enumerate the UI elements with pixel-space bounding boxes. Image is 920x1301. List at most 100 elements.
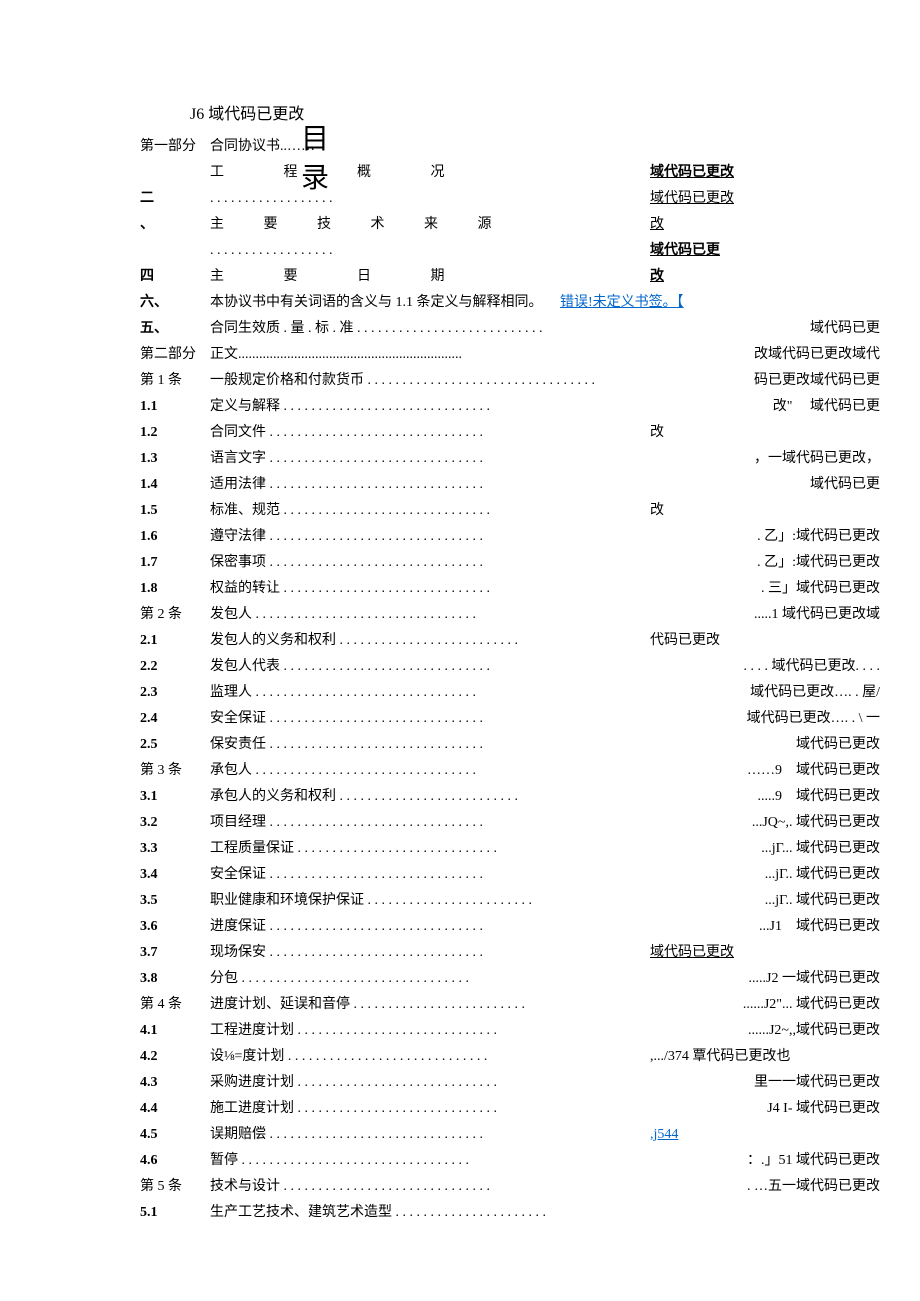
toc-number: 3.3 [140, 836, 210, 862]
toc-text: 承包人 . . . . . . . . . . . . . . . . . . … [210, 758, 630, 784]
toc-page-ref: . 三」域代码已更改 [650, 576, 880, 602]
toc-page-ref: 代码已更改 [650, 628, 880, 654]
toc-row: 第 5 条技术与设计 . . . . . . . . . . . . . . .… [140, 1174, 630, 1200]
toc-row: 、主 要 技 术 来 源 [140, 212, 630, 238]
toc-page-ref: 改域代码已更改域代 [650, 342, 880, 368]
toc-row: 2.2发包人代表 . . . . . . . . . . . . . . . .… [140, 654, 630, 680]
main-title: 目录 [300, 120, 330, 198]
toc-row: 3.8分包 . . . . . . . . . . . . . . . . . … [140, 966, 630, 992]
toc-page-ref: . 乙」:域代码已更改 [650, 524, 880, 550]
toc-row: 4.6暂停 . . . . . . . . . . . . . . . . . … [140, 1148, 630, 1174]
toc-number: 1.6 [140, 524, 210, 550]
toc-row: 第二部分正文..................................… [140, 342, 630, 368]
toc-page-ref: ...J1 域代码已更改 [650, 914, 880, 940]
toc-row: 五、合同生效质 . 量 . 标 . 准 . . . . . . . . . . … [140, 316, 630, 342]
toc-row: 4.2设⅛=度计划 . . . . . . . . . . . . . . . … [140, 1044, 630, 1070]
toc-page-ref: . …五一域代码已更改 [650, 1174, 880, 1200]
toc-page-ref: 域代码已更改…. . 屋/ [650, 680, 880, 706]
toc-text: 进度保证 . . . . . . . . . . . . . . . . . .… [210, 914, 630, 940]
toc-row: 3.1承包人的义务和权利 . . . . . . . . . . . . . .… [140, 784, 630, 810]
toc-text: 定义与解释 . . . . . . . . . . . . . . . . . … [210, 394, 630, 420]
toc-text: 发包人 . . . . . . . . . . . . . . . . . . … [210, 602, 630, 628]
toc-page-ref: 域代码已更 [650, 238, 880, 264]
toc-text: 采购进度计划 . . . . . . . . . . . . . . . . .… [210, 1070, 630, 1096]
toc-text: 技术与设计 . . . . . . . . . . . . . . . . . … [210, 1174, 630, 1200]
toc-number: 四 [140, 264, 210, 290]
toc-row: 3.2项目经理 . . . . . . . . . . . . . . . . … [140, 810, 630, 836]
toc-row: 第一部分合同协议书..…… [140, 134, 630, 160]
toc-page-ref: 域代码已更改 [650, 732, 880, 758]
toc-number: 、 [140, 212, 210, 238]
toc-text: 工程质量保证 . . . . . . . . . . . . . . . . .… [210, 836, 630, 862]
toc-row: 第 1 条一般规定价格和付款货币 . . . . . . . . . . . .… [140, 368, 630, 394]
toc-text: 安全保证 . . . . . . . . . . . . . . . . . .… [210, 706, 630, 732]
toc-number: 3.2 [140, 810, 210, 836]
toc-row: 1.1定义与解释 . . . . . . . . . . . . . . . .… [140, 394, 630, 420]
toc-row: 4.3采购进度计划 . . . . . . . . . . . . . . . … [140, 1070, 630, 1096]
toc-row: 3.4安全保证 . . . . . . . . . . . . . . . . … [140, 862, 630, 888]
toc-text: 施工进度计划 . . . . . . . . . . . . . . . . .… [210, 1096, 630, 1122]
toc-page-ref [650, 1200, 880, 1226]
toc-number: 2.5 [140, 732, 210, 758]
toc-row: 六、本协议书中有关词语的含义与 1.1 条定义与解释相同。 [140, 290, 630, 316]
toc-number: 2.1 [140, 628, 210, 654]
toc-text: 适用法律 . . . . . . . . . . . . . . . . . .… [210, 472, 630, 498]
toc-row: 二. . . . . . . . . . . . . . . . . . [140, 186, 630, 212]
toc-page-ref: 改 [650, 420, 880, 446]
toc-number: 4.6 [140, 1148, 210, 1174]
toc-left-column: 第一部分合同协议书..……工 程 概 况二. . . . . . . . . .… [140, 134, 630, 1226]
toc-text: 标准、规范 . . . . . . . . . . . . . . . . . … [210, 498, 630, 524]
toc-text: 合同文件 . . . . . . . . . . . . . . . . . .… [210, 420, 630, 446]
toc-number: 六、 [140, 290, 210, 316]
toc-number: 1.3 [140, 446, 210, 472]
toc-page-ref: 域代码已更 [650, 472, 880, 498]
toc-page-ref: ...jΓ.. 域代码已更改 [650, 888, 880, 914]
toc-page-ref: ......J2"... 域代码已更改 [650, 992, 880, 1018]
toc-text: 工程进度计划 . . . . . . . . . . . . . . . . .… [210, 1018, 630, 1044]
toc-number: 1.4 [140, 472, 210, 498]
toc-number: 3.6 [140, 914, 210, 940]
toc-page-ref: 里一一域代码已更改 [650, 1070, 880, 1096]
toc-text: 保密事项 . . . . . . . . . . . . . . . . . .… [210, 550, 630, 576]
toc-row: 第 3 条承包人 . . . . . . . . . . . . . . . .… [140, 758, 630, 784]
toc-number: 4.1 [140, 1018, 210, 1044]
toc-text: 暂停 . . . . . . . . . . . . . . . . . . .… [210, 1148, 630, 1174]
toc-page-ref: 改 [650, 498, 880, 524]
toc-row: 4.4施工进度计划 . . . . . . . . . . . . . . . … [140, 1096, 630, 1122]
toc-number: 2.4 [140, 706, 210, 732]
toc-row: 5.1生产工艺技术、建筑艺术造型 . . . . . . . . . . . .… [140, 1200, 630, 1226]
toc-row: 第 4 条进度计划、延误和音停 . . . . . . . . . . . . … [140, 992, 630, 1018]
toc-number: 3.4 [140, 862, 210, 888]
toc-row: 4.1工程进度计划 . . . . . . . . . . . . . . . … [140, 1018, 630, 1044]
toc-text: 保安责任 . . . . . . . . . . . . . . . . . .… [210, 732, 630, 758]
toc-text: 合同协议书..…… [210, 134, 630, 160]
toc-text: 监理人 . . . . . . . . . . . . . . . . . . … [210, 680, 630, 706]
toc-page-ref: .....9 域代码已更改 [650, 784, 880, 810]
toc-page-ref: ...jΓ.. 域代码已更改 [650, 862, 880, 888]
toc-page-ref: 域代码已更改 [650, 160, 880, 186]
toc-number: 1.8 [140, 576, 210, 602]
toc-page-ref: 域代码已更改 [650, 186, 880, 212]
toc-page-ref: 错误!未定义书签。【 [560, 290, 790, 316]
toc-page-ref: .....1 域代码已更改域 [650, 602, 880, 628]
toc-page-ref: . . . . 域代码已更改. . . . [650, 654, 880, 680]
toc-text: 主 要 日 期 [210, 264, 630, 290]
toc-text: 权益的转让 . . . . . . . . . . . . . . . . . … [210, 576, 630, 602]
toc-row: 1.3语言文字 . . . . . . . . . . . . . . . . … [140, 446, 630, 472]
toc-number: 2.2 [140, 654, 210, 680]
toc-number: 第一部分 [140, 134, 210, 160]
toc-number: 第 2 条 [140, 602, 210, 628]
toc-number: 4.5 [140, 1122, 210, 1148]
toc-page-ref: ：.」51 域代码已更改 [650, 1148, 880, 1174]
toc-text: 语言文字 . . . . . . . . . . . . . . . . . .… [210, 446, 630, 472]
toc-text: 误期赔偿 . . . . . . . . . . . . . . . . . .… [210, 1122, 630, 1148]
toc-text: 分包 . . . . . . . . . . . . . . . . . . .… [210, 966, 630, 992]
toc-text: 正文......................................… [210, 342, 630, 368]
toc-page-ref: 域代码已更 [650, 316, 880, 342]
toc-number: 第 4 条 [140, 992, 210, 1018]
toc-row: 1.7保密事项 . . . . . . . . . . . . . . . . … [140, 550, 630, 576]
content-area: 第一部分合同协议书..……工 程 概 况二. . . . . . . . . .… [140, 134, 880, 1226]
toc-row: 3.5职业健康和环境保护保证 . . . . . . . . . . . . .… [140, 888, 630, 914]
toc-row: 3.7现场保安 . . . . . . . . . . . . . . . . … [140, 940, 630, 966]
toc-text: . . . . . . . . . . . . . . . . . . [210, 238, 630, 264]
